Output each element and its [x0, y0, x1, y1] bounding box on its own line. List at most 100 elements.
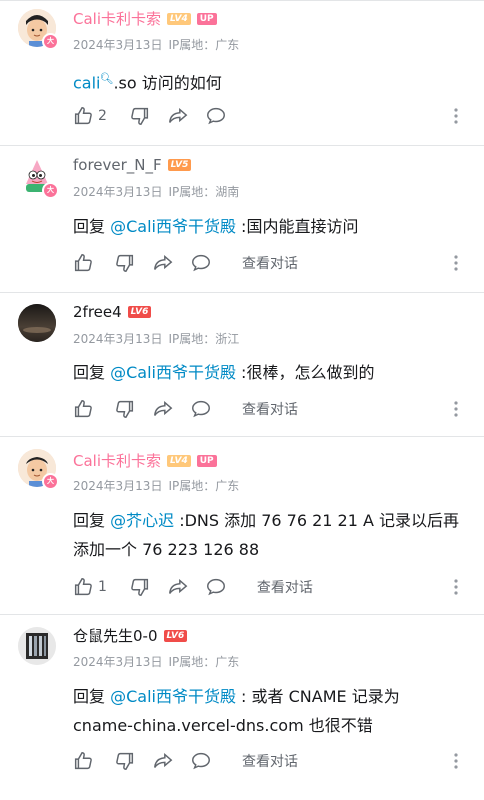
reply-prefix: 回复 [73, 363, 111, 382]
username[interactable]: forever_N_F [73, 156, 162, 174]
share-icon [168, 107, 188, 123]
like-button[interactable]: 1 [72, 576, 107, 598]
comment-date: 2024年3月13日 [73, 38, 163, 52]
share-icon [154, 254, 173, 270]
search-icon: 🔍︎ [99, 72, 114, 85]
up-badge: UP [196, 454, 217, 467]
avatar-badge: 大 [42, 33, 59, 50]
dislike-button[interactable] [129, 576, 151, 598]
username[interactable]: 2free4 [73, 303, 122, 321]
mention-link[interactable]: @芥心迟 [110, 511, 174, 530]
username[interactable]: Cali卡利卡索 [73, 8, 161, 29]
level-badge: LV6 [163, 629, 188, 642]
view-conversation-link[interactable]: 查看对话 [242, 253, 298, 273]
comment-body: :国内能直接访问 [235, 217, 359, 236]
dislike-button[interactable] [114, 750, 136, 772]
comment-date: 2024年3月13日 [73, 479, 163, 493]
comment-bubble-icon [206, 578, 225, 596]
share-icon [154, 400, 173, 416]
reply-button[interactable] [190, 750, 212, 772]
thumb-down-icon [116, 752, 134, 770]
thumb-up-icon [74, 107, 92, 125]
like-count: 1 [98, 579, 107, 595]
more-options-icon[interactable] [446, 252, 466, 274]
dislike-button[interactable] [129, 105, 151, 127]
share-icon [168, 578, 188, 594]
share-button[interactable] [152, 398, 174, 420]
share-button[interactable] [167, 576, 189, 598]
ip-location: IP属地：浙江 [168, 332, 240, 346]
more-options-icon[interactable] [446, 750, 466, 772]
comment-item: 大 Cali卡利卡索 LV4 UP 2024年3月13日 IP属地：广东 回复 @… [0, 437, 484, 615]
reply-button[interactable] [190, 252, 212, 274]
ip-location: IP属地：湖南 [168, 185, 240, 199]
view-conversation-link[interactable]: 查看对话 [242, 399, 298, 419]
dislike-button[interactable] [114, 252, 136, 274]
share-button[interactable] [152, 252, 174, 274]
like-button[interactable] [72, 252, 98, 274]
thumb-up-icon [74, 254, 92, 272]
comment-text: 回复 @Cali西爷干货殿 :很棒，怎么做到的 [73, 358, 462, 387]
like-button[interactable] [72, 750, 98, 772]
like-count: 2 [98, 108, 107, 124]
comment-body: .so 访问的如何 [113, 73, 222, 93]
comment-bubble-icon [206, 107, 225, 125]
more-options-icon[interactable] [446, 105, 466, 127]
comment-item: 大 forever_N_F LV5 2024年3月13日 IP属地：湖南 回复 @… [0, 146, 484, 293]
reply-prefix: 回复 [73, 687, 111, 706]
like-button[interactable]: 2 [72, 105, 107, 127]
comment-bubble-icon [192, 254, 210, 272]
comment-text: 回复 @Cali西爷干货殿 : 或者 CNAME 记录为 cname-china… [73, 682, 462, 740]
level-badge: LV4 [167, 12, 191, 25]
thumb-down-icon [116, 400, 134, 418]
comment-text: 回复 @芥心迟 :DNS 添加 76 76 21 21 A 记录以后再添加一个 … [73, 506, 462, 564]
level-badge: LV5 [167, 159, 192, 171]
thumb-down-icon [131, 107, 148, 125]
comment-date: 2024年3月13日 [73, 185, 163, 199]
avatar[interactable] [18, 304, 56, 342]
share-button[interactable] [152, 750, 174, 772]
username[interactable]: 仓鼠先生0-0 [73, 625, 158, 646]
avatar-badge: 大 [42, 473, 59, 490]
comment-date: 2024年3月13日 [73, 332, 163, 346]
comment-body: :很棒，怎么做到的 [235, 363, 375, 382]
ip-location: IP属地：广东 [168, 479, 240, 493]
mention-link[interactable]: @Cali西爷干货殿 [110, 217, 236, 236]
reply-button[interactable] [205, 576, 227, 598]
more-options-icon[interactable] [446, 576, 466, 598]
more-options-icon[interactable] [446, 398, 466, 420]
reply-button[interactable] [190, 398, 212, 420]
level-badge: LV6 [127, 306, 152, 318]
username[interactable]: Cali卡利卡索 [73, 450, 161, 471]
thumb-up-icon [74, 752, 92, 770]
mention-link[interactable]: @Cali西爷干货殿 [110, 363, 236, 382]
reply-button[interactable] [205, 105, 227, 127]
dislike-button[interactable] [114, 398, 136, 420]
like-button[interactable] [72, 398, 98, 420]
share-icon [154, 752, 173, 768]
keyword-search-link[interactable]: cali [73, 73, 101, 92]
thumb-down-icon [116, 254, 134, 272]
comment-date: 2024年3月13日 [73, 655, 163, 669]
ip-location: IP属地：广东 [168, 38, 240, 52]
up-badge: UP [196, 12, 217, 25]
ip-location: IP属地：广东 [168, 655, 240, 669]
avatar[interactable] [18, 627, 56, 665]
comment-bubble-icon [192, 752, 210, 770]
comment-bubble-icon [192, 400, 210, 418]
comment-text: cali🔍︎.so 访问的如何 [73, 64, 462, 97]
view-conversation-link[interactable]: 查看对话 [257, 577, 313, 597]
mention-link[interactable]: @Cali西爷干货殿 [110, 687, 236, 706]
comment-item: 2free4 LV6 2024年3月13日 IP属地：浙江 回复 @Cali西爷干… [0, 293, 484, 437]
reply-prefix: 回复 [73, 217, 111, 236]
reply-prefix: 回复 [73, 511, 111, 530]
thumb-up-icon [74, 578, 92, 596]
comment-item: 仓鼠先生0-0 LV6 2024年3月13日 IP属地：广东 回复 @Cali西爷… [0, 615, 484, 800]
level-badge: LV4 [167, 454, 191, 467]
avatar-badge: 大 [42, 182, 59, 199]
share-button[interactable] [167, 105, 189, 127]
thumb-up-icon [74, 400, 92, 418]
comment-text: 回复 @Cali西爷干货殿 :国内能直接访问 [73, 212, 462, 241]
view-conversation-link[interactable]: 查看对话 [242, 751, 298, 771]
thumb-down-icon [131, 578, 148, 596]
